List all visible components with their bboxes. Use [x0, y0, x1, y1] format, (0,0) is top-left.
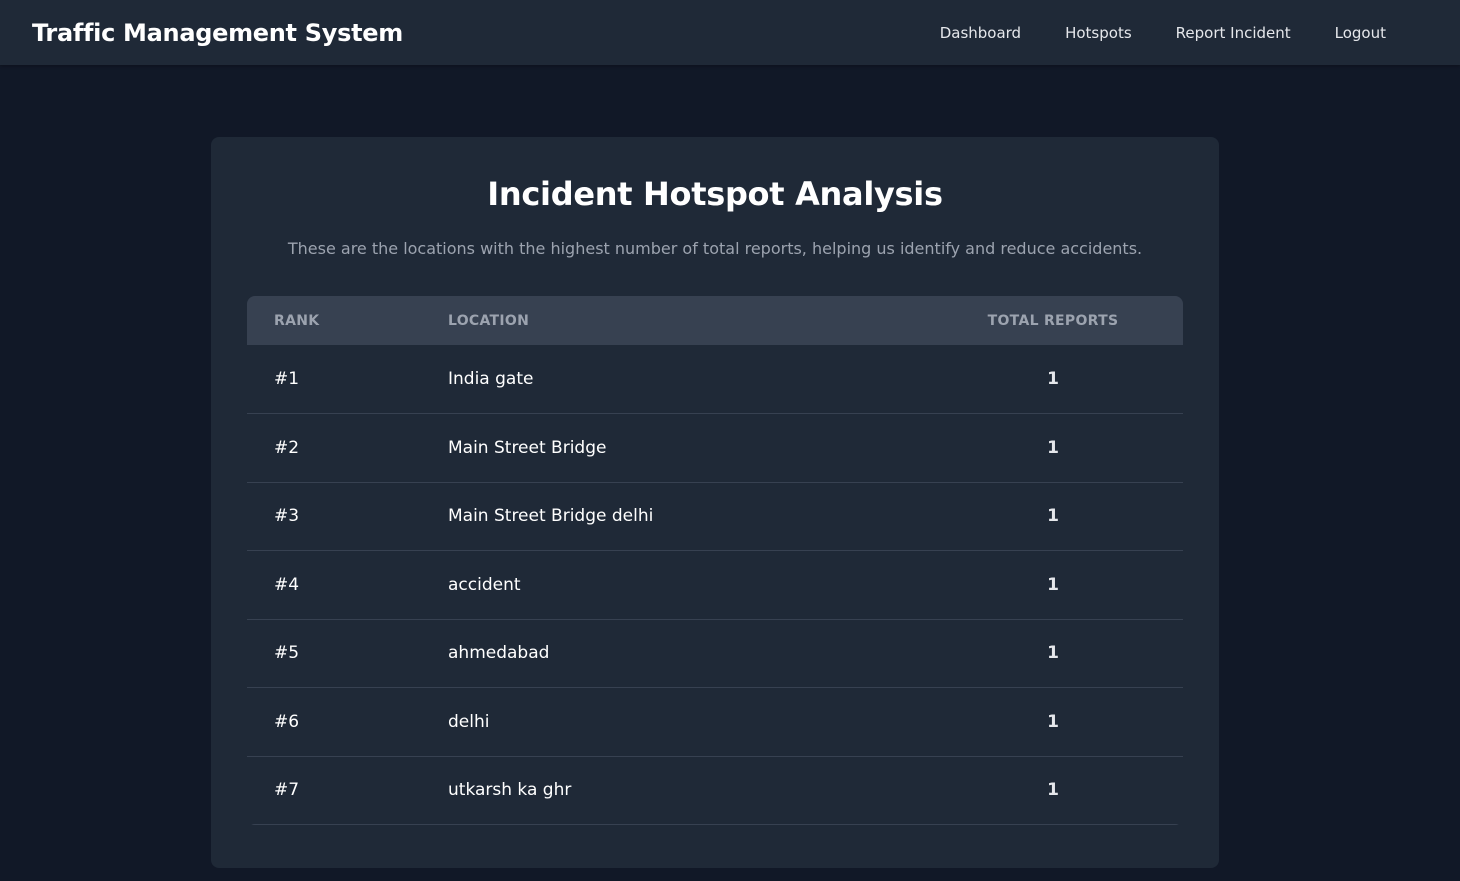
total-reports-cell: 1	[883, 619, 1183, 688]
location-cell: India gate	[448, 345, 883, 414]
table-header: RANK LOCATION TOTAL REPORTS	[247, 296, 1183, 345]
nav-dashboard[interactable]: Dashboard	[940, 24, 1021, 42]
total-reports-cell: 1	[883, 687, 1183, 757]
table-row: #1 India gate 1	[247, 345, 1183, 414]
location-cell: Main Street Bridge delhi	[448, 482, 883, 551]
total-reports-cell: 1	[883, 482, 1183, 551]
rank-cell: #7	[247, 756, 448, 825]
rank-cell: #6	[247, 687, 448, 757]
header-rank: RANK	[274, 312, 320, 329]
total-reports-cell: 1	[883, 756, 1183, 825]
navbar: Traffic Management System Dashboard Hots…	[0, 0, 1460, 65]
total-reports-cell: 1	[883, 550, 1183, 620]
table-row: #2 Main Street Bridge 1	[247, 413, 1183, 483]
location-cell: utkarsh ka ghr	[448, 756, 883, 825]
app-title: Traffic Management System	[32, 18, 403, 47]
total-reports-cell: 1	[883, 345, 1183, 414]
hotspot-table: RANK LOCATION TOTAL REPORTS #1 India gate…	[247, 296, 1183, 825]
page-subtitle: These are the locations with the highest…	[287, 239, 1143, 258]
rank-cell: #5	[247, 619, 448, 688]
rank-cell: #1	[247, 345, 448, 414]
nav-report-incident[interactable]: Report Incident	[1176, 24, 1291, 42]
table-row: #5 ahmedabad 1	[247, 619, 1183, 688]
table-row: #3 Main Street Bridge delhi 1	[247, 482, 1183, 551]
location-cell: ahmedabad	[448, 619, 883, 688]
rank-cell: #3	[247, 482, 448, 551]
location-cell: Main Street Bridge	[448, 413, 883, 483]
location-cell: delhi	[448, 687, 883, 757]
total-reports-cell: 1	[883, 413, 1183, 483]
nav-links: Dashboard Hotspots Report Incident Logou…	[896, 24, 1386, 42]
header-location: LOCATION	[448, 312, 530, 329]
header-total-reports: TOTAL REPORTS	[987, 312, 1119, 329]
rank-cell: #4	[247, 550, 448, 620]
nav-logout[interactable]: Logout	[1335, 24, 1386, 42]
table-row: #7 utkarsh ka ghr 1	[247, 756, 1183, 825]
rank-cell: #2	[247, 413, 448, 483]
hotspot-card: Incident Hotspot Analysis These are the …	[211, 137, 1219, 868]
location-cell: accident	[448, 550, 883, 620]
table-row: #6 delhi 1	[247, 687, 1183, 757]
table-row: #4 accident 1	[247, 550, 1183, 620]
nav-hotspots[interactable]: Hotspots	[1065, 24, 1132, 42]
page-title: Incident Hotspot Analysis	[487, 175, 943, 213]
